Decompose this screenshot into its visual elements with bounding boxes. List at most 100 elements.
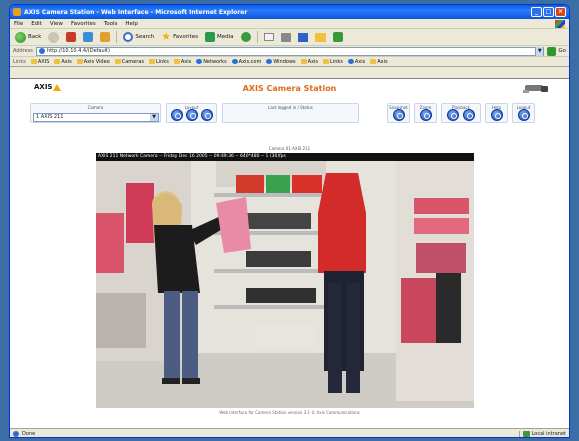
edit-button[interactable] [296, 32, 310, 43]
page-icon [38, 48, 45, 54]
folder-icon [148, 59, 155, 64]
store-scene-image [96, 153, 474, 408]
search-label: Search [135, 34, 155, 40]
menu-bar: File Edit View Favorites Tools Help [10, 19, 569, 29]
link-item[interactable]: Cameras [114, 59, 144, 65]
standard-toolbar: Back Search ★ Favorites Media [10, 29, 569, 46]
status-group: Last logged in / Status [222, 103, 359, 123]
link-item[interactable]: AXIS [30, 59, 49, 65]
menu-help[interactable]: Help [125, 21, 138, 27]
menu-edit[interactable]: Edit [31, 21, 42, 27]
link-item[interactable]: Windows [266, 59, 296, 65]
forward-button[interactable] [46, 31, 61, 44]
media-label: Media [217, 34, 234, 40]
layout-single-button[interactable] [171, 109, 183, 121]
media-button[interactable]: Media [203, 31, 236, 43]
menu-favorites[interactable]: Favorites [71, 21, 96, 27]
address-dropdown-icon[interactable]: ▼ [535, 46, 544, 56]
star-icon: ★ [161, 30, 172, 43]
link-item[interactable]: Axis [173, 59, 191, 65]
intranet-icon [522, 430, 530, 437]
link-item[interactable]: Networks [196, 59, 227, 65]
refresh-button[interactable] [81, 31, 95, 43]
edit-icon [297, 32, 308, 42]
link-item[interactable]: Axis [300, 59, 318, 65]
camera-select-value: 1 AXIS 211 [36, 114, 64, 120]
close-button[interactable]: × [555, 7, 566, 17]
control-bar: Camera 1 AXIS 211 ▼ Layout Last logged i… [30, 103, 548, 123]
help-group: Help [485, 103, 508, 123]
back-button[interactable]: Back [13, 31, 43, 44]
snapshot-group: Snapshot [387, 103, 410, 123]
globe-icon [266, 59, 273, 64]
link-item[interactable]: Links [148, 59, 169, 65]
search-button[interactable]: Search [121, 31, 156, 43]
logout-button[interactable] [518, 109, 530, 121]
snapshot-button[interactable] [393, 109, 405, 121]
page-header: AXIS AXIS Camera Station [10, 79, 569, 99]
address-url: http://10.10.4.4/(Default) [46, 48, 110, 54]
link-item[interactable]: Axis Video [76, 59, 110, 65]
help-button[interactable] [491, 109, 503, 121]
browser-icon [13, 8, 21, 16]
camera-group: Camera 1 AXIS 211 ▼ [30, 103, 161, 123]
folder-icon [114, 59, 121, 64]
zone-text: Local intranet [531, 430, 566, 437]
link-item[interactable]: Axis [370, 59, 388, 65]
globe-icon [196, 59, 203, 64]
folder-icon [370, 59, 377, 64]
status-bar: Done Local intranet [10, 428, 569, 437]
messenger-button[interactable] [331, 31, 345, 43]
status-label: Last logged in / Status [268, 105, 313, 110]
page-content: AXIS AXIS Camera Station Camera 1 AXIS 2… [10, 78, 569, 428]
playback-next-button[interactable] [463, 109, 475, 121]
chevron-down-icon[interactable]: ▼ [150, 114, 158, 121]
folder-icon [323, 59, 330, 64]
stop-icon [66, 32, 77, 42]
globe-icon [231, 59, 238, 64]
links-label: Links [13, 58, 26, 65]
address-input[interactable]: http://10.10.4.4/(Default) ▼ [35, 46, 545, 56]
forward-arrow-icon [48, 31, 60, 43]
menu-tools[interactable]: Tools [104, 21, 118, 27]
link-item[interactable]: Axis.com [231, 59, 261, 65]
layout-quad-button[interactable] [186, 109, 198, 121]
back-arrow-icon [15, 31, 26, 43]
favorites-button[interactable]: ★ Favorites [159, 31, 200, 43]
go-button[interactable]: Go [547, 46, 566, 56]
link-item[interactable]: Axis [54, 59, 72, 65]
video-caption: Camera 01 AXIS 211 [268, 146, 311, 151]
search-icon [123, 32, 134, 42]
folder-button[interactable] [313, 32, 328, 43]
title-bar[interactable]: AXIS Camera Station - Web Interface - Mi… [10, 5, 569, 19]
toolbar-separator [116, 31, 118, 43]
playback-prev-button[interactable] [447, 109, 459, 121]
history-icon [240, 32, 251, 42]
home-icon [100, 32, 111, 42]
stop-button[interactable] [64, 31, 78, 43]
minimize-button[interactable]: _ [531, 7, 542, 17]
menu-view[interactable]: View [50, 21, 63, 27]
layout-multi-button[interactable] [201, 109, 213, 121]
menu-file[interactable]: File [14, 21, 23, 27]
back-label: Back [28, 34, 42, 40]
camera-select[interactable]: 1 AXIS 211 ▼ [33, 113, 159, 122]
history-button[interactable] [239, 31, 253, 43]
mail-button[interactable] [262, 32, 276, 42]
home-button[interactable] [98, 31, 112, 43]
maximize-button[interactable]: □ [543, 7, 554, 17]
folder-icon [314, 32, 326, 42]
folder-icon [300, 59, 307, 64]
folder-icon [173, 59, 180, 64]
video-stream[interactable]: AXIS 211 Network Camera -- Friday Dec 16… [96, 153, 474, 408]
browser-window: AXIS Camera Station - Web Interface - Mi… [9, 4, 570, 438]
camera-label: Camera [87, 105, 104, 110]
zoom-button[interactable] [420, 109, 432, 121]
status-text: Done [22, 430, 36, 437]
print-button[interactable] [279, 32, 293, 43]
link-item[interactable]: Links [323, 59, 343, 65]
logout-group: Logout [512, 103, 535, 123]
links-bar: Links AXIS Axis Axis Video Cameras Links… [10, 57, 569, 67]
globe-icon [347, 59, 354, 64]
link-item[interactable]: Axis [347, 59, 365, 65]
